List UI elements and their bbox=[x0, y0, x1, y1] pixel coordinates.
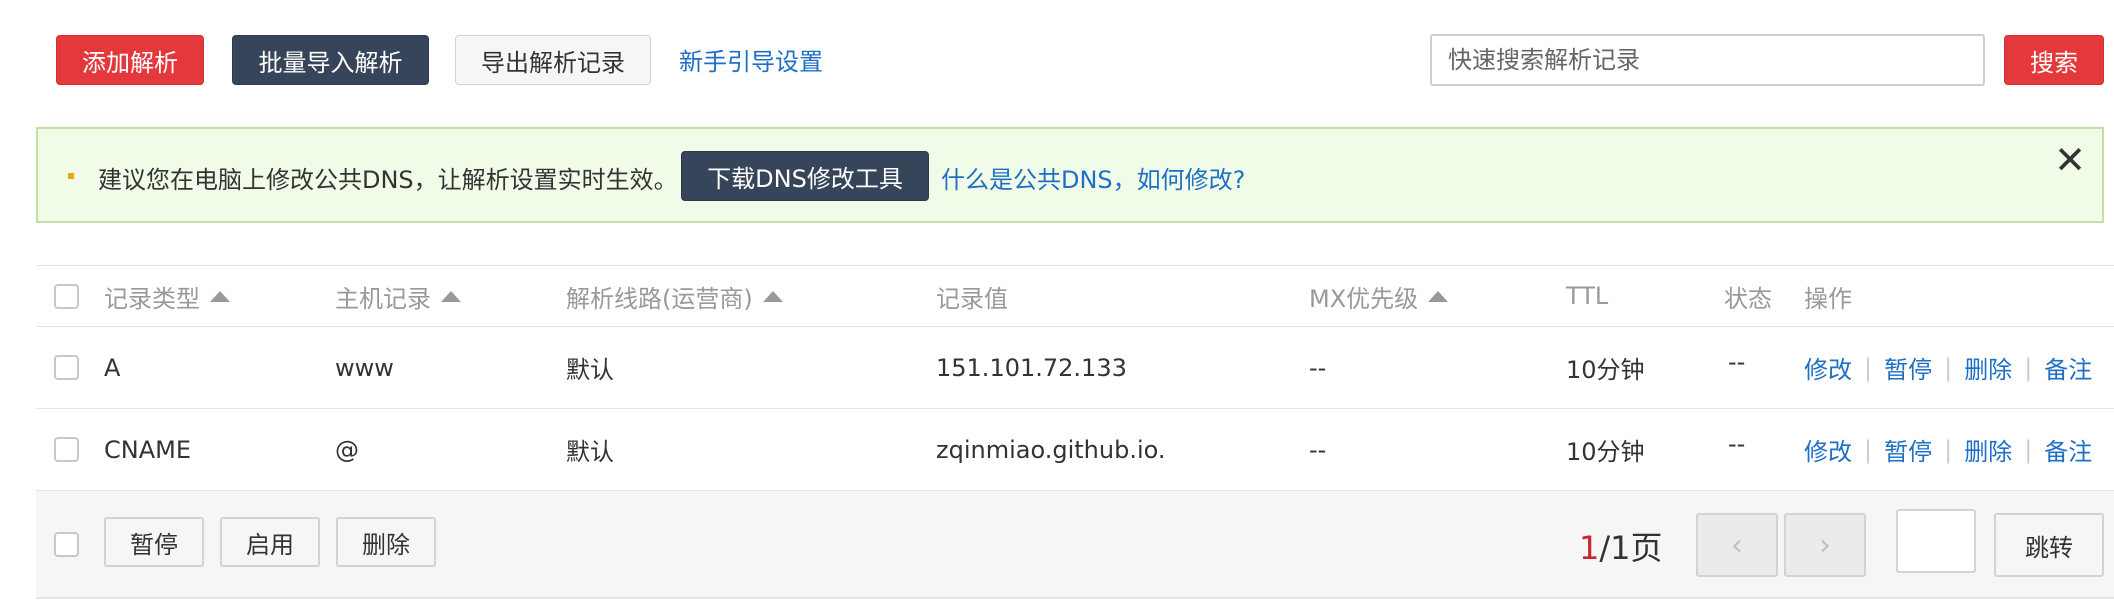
separator: | bbox=[2024, 353, 2033, 382]
page-indicator: 1/1页 bbox=[1579, 523, 1663, 569]
note-link[interactable]: 备注 bbox=[2044, 432, 2092, 467]
batch-enable-button[interactable]: 启用 bbox=[220, 517, 320, 567]
header-line-label: 解析线路(运营商) bbox=[566, 284, 753, 313]
prev-page-button[interactable]: ‹ bbox=[1696, 513, 1778, 577]
header-type-label: 记录类型 bbox=[104, 284, 200, 313]
header-type[interactable]: 记录类型 bbox=[104, 266, 230, 326]
chevron-right-icon: › bbox=[1819, 527, 1831, 563]
header-mx-label: MX优先级 bbox=[1309, 284, 1419, 313]
row-actions: 修改 | 暂停 | 删除 | 备注 bbox=[1804, 409, 2092, 490]
pause-link[interactable]: 暂停 bbox=[1884, 432, 1932, 467]
record-line: 默认 bbox=[566, 356, 614, 384]
separator: | bbox=[1864, 353, 1873, 382]
record-value: zqinmiao.github.io. bbox=[936, 435, 1166, 464]
select-all-checkbox[interactable] bbox=[54, 283, 79, 309]
table-footer: 暂停 启用 删除 1/1页 ‹ › 跳转 bbox=[36, 491, 2114, 599]
jump-button[interactable]: 跳转 bbox=[1994, 513, 2104, 577]
batch-delete-button[interactable]: 删除 bbox=[336, 517, 436, 567]
total-pages: /1页 bbox=[1599, 529, 1663, 567]
note-link[interactable]: 备注 bbox=[2044, 350, 2092, 385]
sort-asc-icon[interactable] bbox=[1428, 290, 1449, 302]
separator: | bbox=[1864, 435, 1873, 464]
guide-settings-link[interactable]: 新手引导设置 bbox=[679, 42, 823, 77]
table-row: CNAME @ 默认 zqinmiao.github.io. -- 10分钟 -… bbox=[36, 409, 2114, 491]
download-dns-tool-button[interactable]: 下载DNS修改工具 bbox=[681, 151, 929, 201]
edit-link[interactable]: 修改 bbox=[1804, 350, 1852, 385]
separator: | bbox=[1944, 435, 1953, 464]
sort-asc-icon[interactable] bbox=[441, 290, 461, 302]
row-checkbox[interactable] bbox=[54, 437, 79, 462]
record-line: 默认 bbox=[566, 438, 614, 466]
select-all-footer-checkbox[interactable] bbox=[54, 532, 79, 557]
sort-asc-icon[interactable] bbox=[762, 290, 783, 302]
header-host[interactable]: 主机记录 bbox=[335, 266, 461, 326]
add-record-button[interactable]: 添加解析 bbox=[56, 35, 204, 85]
close-icon[interactable]: ✕ bbox=[2054, 141, 2086, 179]
record-mx: -- bbox=[1309, 435, 1327, 464]
header-mx[interactable]: MX优先级 bbox=[1309, 266, 1449, 326]
dns-notice-bar: 建议您在电脑上修改公共DNS，让解析设置实时生效。 下载DNS修改工具 什么是公… bbox=[36, 127, 2104, 223]
record-status: -- bbox=[1728, 347, 1746, 376]
record-type: CNAME bbox=[104, 435, 191, 464]
record-ttl: 10分钟 bbox=[1566, 356, 1645, 384]
header-ttl: TTL bbox=[1566, 282, 1609, 310]
record-type: A bbox=[104, 353, 121, 382]
record-host: @ bbox=[335, 435, 359, 464]
page-number-box bbox=[1896, 509, 1976, 573]
row-checkbox[interactable] bbox=[54, 355, 79, 380]
sort-asc-icon[interactable] bbox=[210, 290, 230, 302]
next-page-button[interactable]: › bbox=[1784, 513, 1866, 577]
search-button[interactable]: 搜索 bbox=[2004, 35, 2104, 85]
record-value: 151.101.72.133 bbox=[936, 353, 1127, 382]
batch-import-button[interactable]: 批量导入解析 bbox=[232, 35, 429, 85]
separator: | bbox=[2024, 435, 2033, 464]
record-mx: -- bbox=[1309, 353, 1327, 382]
chevron-left-icon: ‹ bbox=[1731, 527, 1743, 563]
record-ttl: 10分钟 bbox=[1566, 438, 1645, 466]
header-host-label: 主机记录 bbox=[335, 284, 431, 313]
header-value: 记录值 bbox=[936, 284, 1008, 313]
delete-link[interactable]: 删除 bbox=[1964, 432, 2012, 467]
record-host: www bbox=[335, 353, 394, 382]
batch-pause-button[interactable]: 暂停 bbox=[104, 517, 204, 567]
current-page: 1 bbox=[1579, 529, 1600, 567]
search-input[interactable] bbox=[1446, 36, 1983, 84]
row-actions: 修改 | 暂停 | 删除 | 备注 bbox=[1804, 327, 2092, 408]
public-dns-help-link[interactable]: 什么是公共DNS，如何修改? bbox=[941, 160, 1245, 195]
notice-message: 建议您在电脑上修改公共DNS，让解析设置实时生效。 bbox=[98, 166, 678, 194]
table-row: A www 默认 151.101.72.133 -- 10分钟 -- 修改 | … bbox=[36, 327, 2114, 409]
separator: | bbox=[1944, 353, 1953, 382]
export-records-button[interactable]: 导出解析记录 bbox=[455, 35, 651, 85]
header-status: 状态 bbox=[1724, 284, 1772, 313]
page-number-input[interactable] bbox=[1898, 511, 1974, 571]
table-header-row: 记录类型 主机记录 解析线路(运营商) 记录值 MX优先级 TTL 状态 操作 bbox=[36, 265, 2114, 327]
search-box bbox=[1430, 34, 1985, 86]
edit-link[interactable]: 修改 bbox=[1804, 432, 1852, 467]
pause-link[interactable]: 暂停 bbox=[1884, 350, 1932, 385]
delete-link[interactable]: 删除 bbox=[1964, 350, 2012, 385]
toolbar: 添加解析 批量导入解析 导出解析记录 新手引导设置 搜索 bbox=[0, 0, 2114, 120]
header-ops: 操作 bbox=[1804, 284, 1852, 313]
bullet-icon bbox=[68, 173, 74, 179]
header-line[interactable]: 解析线路(运营商) bbox=[566, 266, 783, 326]
record-status: -- bbox=[1728, 429, 1746, 458]
